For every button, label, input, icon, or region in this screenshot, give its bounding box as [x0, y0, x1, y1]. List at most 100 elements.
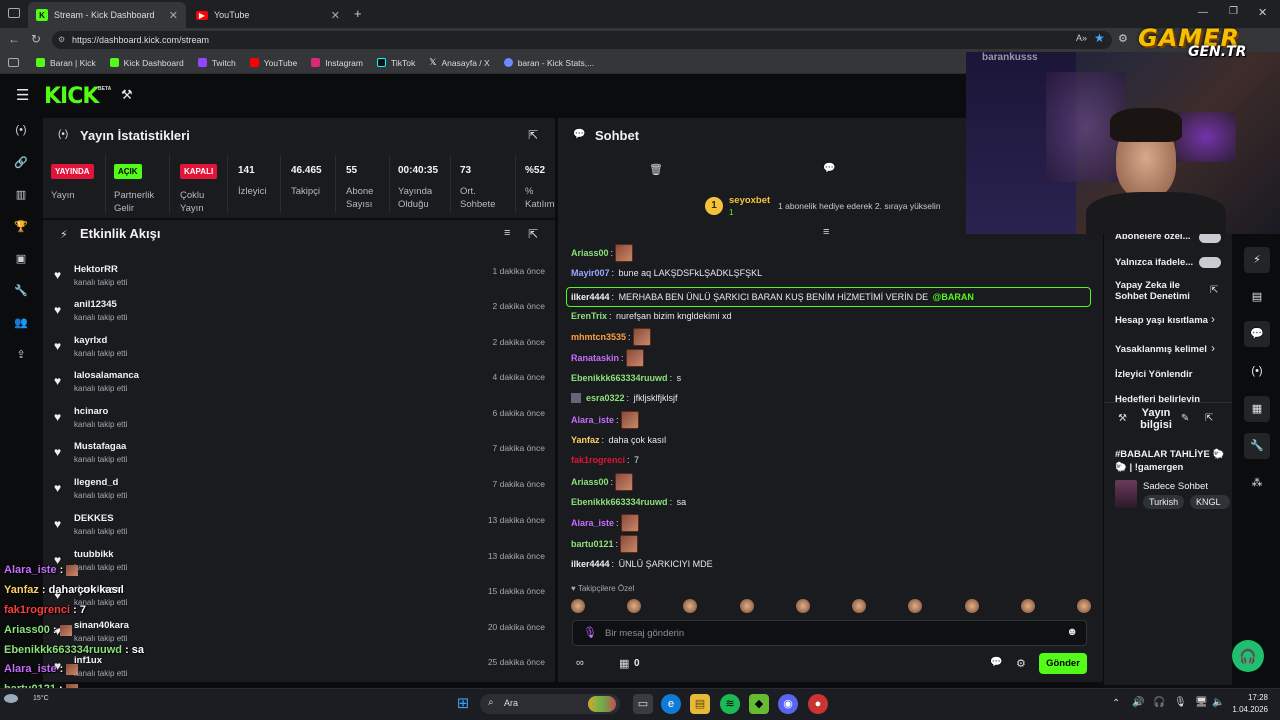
tab-actions-icon[interactable] — [8, 8, 20, 18]
chat-username[interactable]: Ariass00 — [571, 248, 609, 258]
emote-button[interactable] — [1076, 599, 1091, 613]
upload-icon[interactable]: ⇪ — [13, 348, 29, 364]
microphone-icon[interactable]: 🎙 — [1174, 697, 1187, 708]
settings-gear-icon[interactable]: ⚙ — [1016, 657, 1026, 670]
link-icon[interactable]: 🔗 — [13, 156, 29, 172]
network-icon[interactable]: 🖥 — [1195, 697, 1208, 708]
broadcast-icon[interactable]: (•) — [1244, 358, 1270, 384]
site-info-icon[interactable]: ⚙ — [58, 31, 65, 49]
reload-icon[interactable]: ↻ — [31, 32, 41, 46]
tag-kngl[interactable]: KNGL — [1190, 495, 1230, 509]
feed-user[interactable]: tuubbikk — [74, 549, 114, 560]
close-tab-icon[interactable]: ✕ — [331, 9, 340, 22]
tab-kick-dashboard[interactable]: K Stream - Kick Dashboard ✕ — [28, 2, 186, 28]
emote-button[interactable] — [627, 599, 642, 613]
popout-icon[interactable]: ⇱ — [528, 227, 538, 241]
feed-user[interactable]: llegend_d — [74, 477, 118, 488]
wrench-icon[interactable]: 🔧 — [1244, 433, 1270, 459]
layout-icon[interactable]: ▦ — [1244, 396, 1270, 422]
bookmark-tiktok[interactable]: TikTok — [376, 58, 415, 68]
chat-username[interactable]: Yanfaz — [571, 435, 600, 445]
popout-icon[interactable]: ⇱ — [528, 128, 538, 142]
close-window-icon[interactable]: ✕ — [1258, 6, 1267, 19]
emote-button[interactable] — [1020, 599, 1035, 613]
pinned-user[interactable]: seyoxbet — [729, 195, 770, 206]
popout-icon[interactable]: ⇱ — [1205, 413, 1213, 424]
bookmark-twitch[interactable]: Twitch — [197, 58, 236, 68]
feed-user[interactable]: kayrIxd — [74, 335, 107, 346]
apps-icon[interactable]: ⁂ — [1244, 470, 1270, 496]
read-aloud-icon[interactable]: A» — [1076, 33, 1087, 43]
bookmark-kick-stats[interactable]: baran - Kick Stats,... — [503, 58, 594, 68]
emote-button[interactable] — [964, 599, 979, 613]
emote-button[interactable] — [739, 599, 754, 613]
volume-icon[interactable]: 🔊 — [1132, 697, 1144, 708]
bookmark-baran-kick[interactable]: Baran | Kick — [36, 58, 96, 68]
edge-icon[interactable]: e — [661, 694, 681, 714]
chat-username[interactable]: esra0322 — [586, 393, 625, 403]
stream-icon[interactable]: (•) — [13, 124, 29, 140]
chat-username[interactable]: mhmtcn3535 — [571, 332, 626, 342]
minimize-icon[interactable]: — — [1198, 7, 1208, 18]
microphone-icon[interactable]: 🎙 — [583, 626, 597, 639]
analytics-icon[interactable]: ▥ — [13, 188, 29, 204]
emote-button[interactable] — [683, 599, 698, 613]
chat-username[interactable]: ilker4444 — [571, 559, 610, 569]
feed-user[interactable]: DEKKES — [74, 513, 114, 524]
chat-bubble-icon[interactable]: 💬 — [1244, 321, 1270, 347]
chat-username[interactable]: ErenTrix — [571, 311, 607, 321]
external-link-icon[interactable]: ⇱ — [1210, 285, 1218, 296]
filter-icon[interactable]: ≡ — [504, 227, 510, 239]
banned-words-option[interactable]: Yasaklanmış kelimel — [1115, 344, 1207, 355]
feed-user[interactable]: lalosalamanca — [74, 370, 139, 381]
trophy-icon[interactable]: 🏆 — [13, 220, 29, 236]
chat-username[interactable]: Alara_iste — [571, 518, 614, 528]
edit-icon[interactable]: ✎ — [1181, 413, 1189, 424]
support-headset-icon[interactable]: 🎧 — [1232, 640, 1264, 672]
emote-button[interactable] — [795, 599, 810, 613]
feed-user[interactable]: hcinaro — [74, 406, 108, 417]
raid-option[interactable]: İzleyici Yönlendir — [1115, 369, 1192, 380]
trash-icon[interactable]: 🗑 — [649, 163, 663, 176]
chat-username[interactable]: Ebenikkk663334ruuwd — [571, 497, 668, 507]
favorite-star-icon[interactable]: ★ — [1094, 31, 1105, 45]
category-name[interactable]: Sadece Sohbet — [1143, 481, 1208, 492]
chat-mode-icon[interactable]: 💬 — [823, 163, 835, 174]
hammer-icon[interactable]: ⚒ — [121, 87, 133, 103]
account-age-option[interactable]: Hesap yaşı kısıtlama — [1115, 315, 1208, 326]
goals-option[interactable]: Hedefleri belirleyin — [1115, 394, 1200, 402]
chat-username[interactable]: Mayir007 — [571, 268, 610, 278]
chat-username[interactable]: ilker4444 — [571, 292, 610, 302]
maximize-icon[interactable]: ❐ — [1229, 6, 1238, 17]
speaker-icon[interactable]: 🔈 — [1212, 697, 1224, 708]
chat-input[interactable]: 🎙 Bir mesaj gönderin ☻ — [572, 620, 1087, 646]
chat-username[interactable]: bartu0121 — [571, 539, 614, 549]
kicks-icon[interactable]: ∞ — [576, 657, 584, 669]
chat-username[interactable]: fak1rogrenci — [571, 455, 625, 465]
file-explorer-icon[interactable]: ▤ — [690, 694, 710, 714]
chat-username[interactable]: Ranataskin — [571, 353, 619, 363]
feed-user[interactable]: anil12345 — [74, 299, 117, 310]
extensions-icon[interactable]: ⚙ — [1118, 32, 1128, 45]
chat-sort-icon[interactable]: ≡ — [823, 226, 829, 238]
emote-button[interactable] — [852, 599, 867, 613]
emoji-icon[interactable]: ☻ — [1066, 626, 1078, 638]
bookmark-kick-dashboard[interactable]: Kick Dashboard — [109, 58, 184, 68]
feed-user[interactable]: sinan40kara — [74, 620, 129, 631]
bookmark-instagram[interactable]: Instagram — [311, 58, 363, 68]
headset-icon[interactable]: 🎧 — [1153, 697, 1165, 708]
back-icon[interactable]: ← — [8, 32, 20, 46]
taskbar-search[interactable]: ⌕ Ara — [480, 694, 620, 714]
send-button[interactable]: Gönder — [1039, 653, 1087, 674]
feed-user[interactable]: HektorRR — [74, 264, 118, 275]
emote-button[interactable] — [571, 599, 585, 613]
address-bar[interactable]: ⚙ https://dashboard.kick.com/stream — [52, 31, 1112, 49]
ai-moderation-option[interactable]: Yapay Zeka ile Sohbet Denetimi — [1115, 280, 1211, 302]
clock-date[interactable]: 1.04.2026 — [1228, 705, 1268, 714]
kick-logo[interactable]: KICK — [44, 84, 99, 109]
spotify-icon[interactable]: ≋ — [720, 694, 740, 714]
chat-username[interactable]: Ariass00 — [571, 477, 609, 487]
app-icon[interactable]: ◆ — [749, 694, 769, 714]
lightning-icon[interactable]: ⚡ — [1244, 247, 1270, 273]
chat-mention[interactable]: @BARAN — [933, 292, 974, 302]
